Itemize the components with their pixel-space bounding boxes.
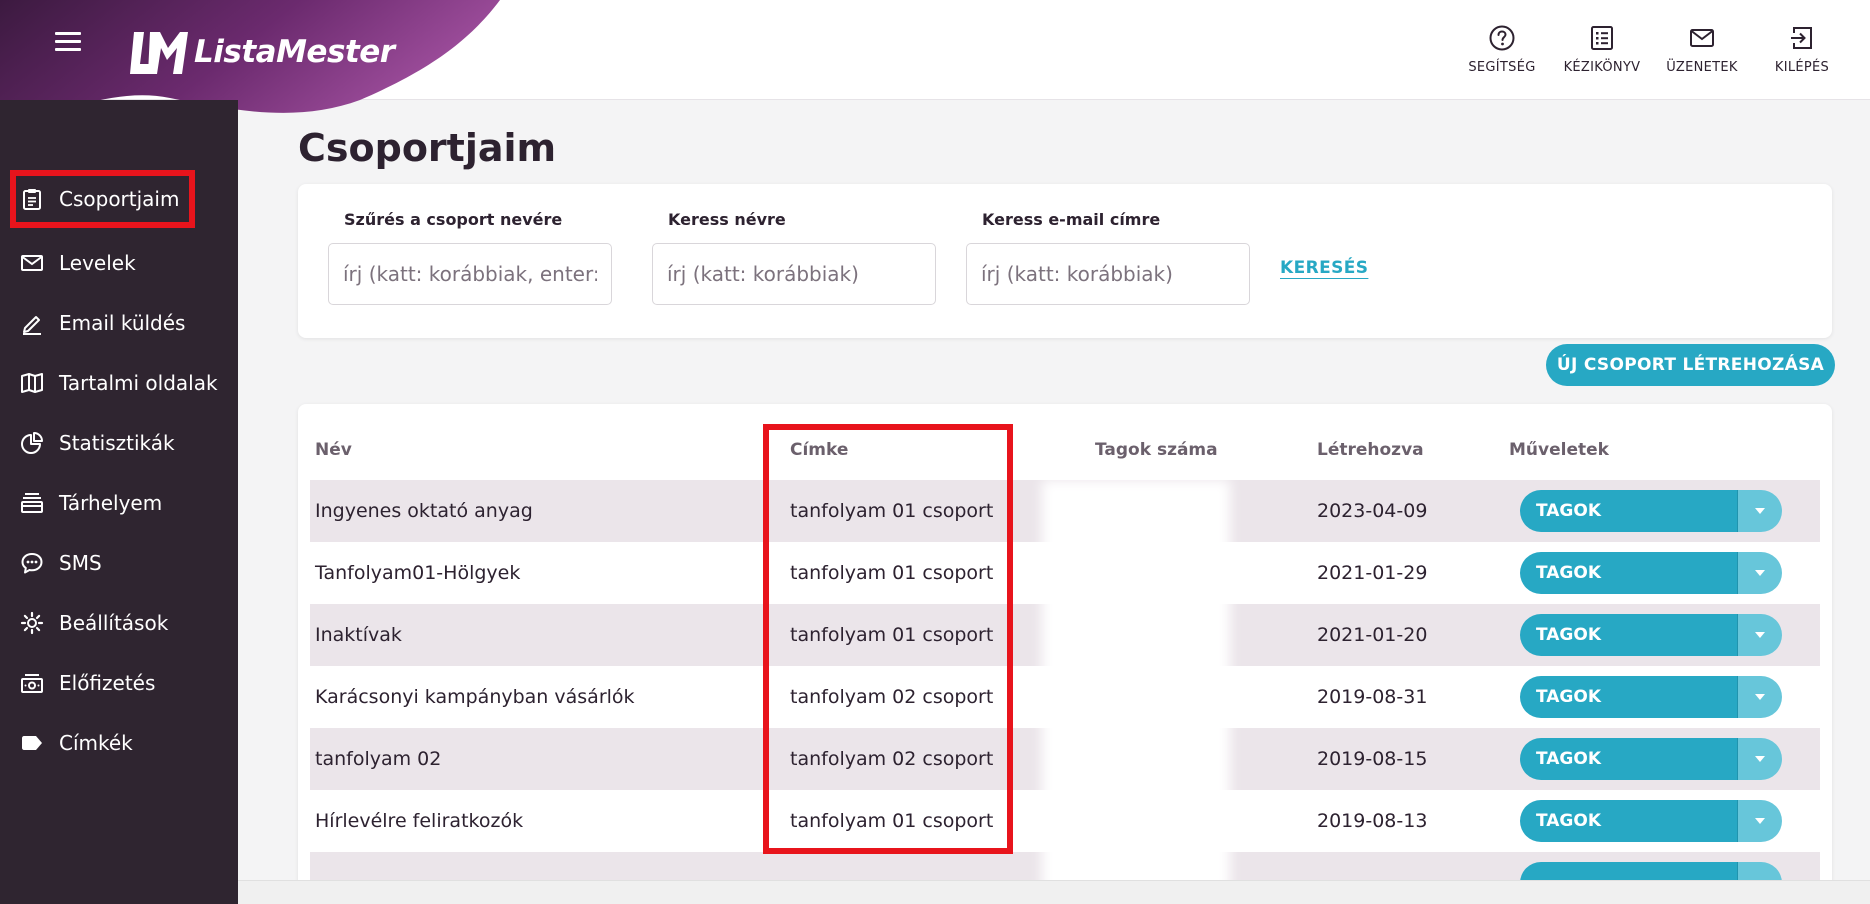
caret-down-icon [1755, 570, 1765, 576]
money-icon [21, 674, 43, 693]
email-search: Keress e-mail címre [966, 210, 1250, 305]
group-tag-cell: tanfolyam 02 csoport [790, 748, 994, 770]
top-nav-manual[interactable]: KÉZIKÖNYV [1552, 24, 1652, 75]
group-name-cell: Hírlevélre feliratkozók [315, 810, 524, 832]
members-button[interactable]: TAGOK [1520, 800, 1737, 842]
top-nav-logout[interactable]: KILÉPÉS [1752, 24, 1852, 75]
brand-name: ListaMester [194, 34, 395, 70]
group-tag-cell: tanfolyam 01 csoport [790, 562, 994, 584]
vertical-scrollbar[interactable] [1854, 100, 1870, 880]
group-name-cell: Tanfolyam01-Hölgyek [315, 562, 521, 584]
group-created-cell: 2019-08-31 [1317, 686, 1428, 708]
envelope-icon [1690, 29, 1714, 47]
group-created-cell: 2019-08-15 [1317, 748, 1428, 770]
members-dropdown-toggle[interactable] [1737, 676, 1782, 718]
sidebar-item-storage[interactable]: Tárhelyem [10, 474, 195, 532]
help-circle-icon [1489, 25, 1515, 51]
members-button[interactable]: TAGOK [1520, 738, 1737, 780]
logout-icon [1791, 27, 1812, 49]
group-created-cell: 2019-08-13 [1317, 810, 1428, 832]
group-tag-cell: tanfolyam 02 csoport [790, 686, 994, 708]
clipboard-icon [23, 189, 41, 210]
group-name-cell: Karácsonyi kampányban vásárlók [315, 686, 635, 708]
members-split-button: TAGOK [1520, 800, 1782, 842]
sidebar-item-tags[interactable]: Címkék [10, 714, 195, 772]
list-icon [1591, 26, 1613, 50]
chat-bubble-icon [21, 553, 43, 574]
members-dropdown-toggle[interactable] [1737, 800, 1782, 842]
sidebar-item-send-email[interactable]: Email küldés [10, 294, 195, 352]
members-button[interactable]: TAGOK [1520, 676, 1737, 718]
gear-icon [20, 611, 44, 635]
listamester-logo-icon [130, 32, 188, 74]
caret-down-icon [1755, 694, 1765, 700]
group-created-cell: 2021-01-29 [1317, 562, 1428, 584]
column-header-created[interactable]: Létrehozva [1317, 440, 1424, 460]
pen-icon [23, 316, 41, 335]
filter-panel: Szűrés a csoport nevére Keress névre Ker… [298, 184, 1832, 338]
sidebar-item-content-pages[interactable]: Tartalmi oldalak [10, 354, 218, 412]
group-name-filter-input[interactable] [328, 243, 612, 305]
group-tag-cell: tanfolyam 01 csoport [790, 624, 994, 646]
create-group-button[interactable]: ÚJ CSOPORT LÉTREHOZÁSA [1546, 344, 1835, 386]
envelope-icon [21, 255, 43, 271]
members-split-button: TAGOK [1520, 490, 1782, 532]
pie-chart-icon [21, 432, 43, 454]
book-icon [21, 373, 43, 393]
group-name-cell: tanfolyam 02 [315, 748, 442, 770]
sidebar-item-statistics[interactable]: Statisztikák [10, 414, 195, 472]
column-header-tag[interactable]: Címke [790, 440, 848, 460]
column-header-name[interactable]: Név [315, 440, 352, 460]
tag-icon [22, 736, 42, 750]
members-dropdown-toggle[interactable] [1737, 552, 1782, 594]
members-split-button: TAGOK [1520, 552, 1782, 594]
top-header: ListaMester SEGÍTSÉG KÉZIKÖNYV ÜZENETEK … [0, 0, 1870, 118]
caret-down-icon [1755, 756, 1765, 762]
group-name-cell: Ingyenes oktató anyag [315, 500, 533, 522]
caret-down-icon [1755, 508, 1765, 514]
members-button[interactable]: TAGOK [1520, 614, 1737, 656]
sidebar-item-settings[interactable]: Beállítások [10, 594, 195, 652]
name-search: Keress névre [652, 210, 936, 305]
search-button[interactable]: KERESÉS [1280, 258, 1368, 278]
members-split-button: TAGOK [1520, 738, 1782, 780]
column-header-actions: Műveletek [1509, 440, 1609, 460]
group-created-cell: 2021-01-20 [1317, 624, 1428, 646]
group-created-cell: 2023-04-09 [1317, 500, 1428, 522]
sidebar-item-subscription[interactable]: Előfizetés [10, 654, 195, 712]
top-nav: SEGÍTSÉG KÉZIKÖNYV ÜZENETEK KILÉPÉS [1452, 24, 1852, 75]
top-nav-messages[interactable]: ÜZENETEK [1652, 24, 1752, 75]
brand-logo[interactable]: ListaMester [130, 28, 395, 76]
sidebar-item-letters[interactable]: Levelek [10, 234, 195, 292]
members-dropdown-toggle[interactable] [1737, 738, 1782, 780]
storage-icon [21, 493, 43, 513]
members-split-button: TAGOK [1520, 676, 1782, 718]
members-button[interactable]: TAGOK [1520, 552, 1737, 594]
group-name-filter: Szűrés a csoport nevére [328, 210, 612, 305]
column-header-members[interactable]: Tagok száma [1095, 440, 1218, 460]
email-search-input[interactable] [966, 243, 1250, 305]
group-tag-cell: tanfolyam 01 csoport [790, 810, 994, 832]
caret-down-icon [1755, 632, 1765, 638]
caret-down-icon [1755, 818, 1765, 824]
members-split-button: TAGOK [1520, 614, 1782, 656]
sidebar: Csoportjaim Levelek Email küldés Tartalm… [0, 100, 238, 904]
hamburger-menu-icon[interactable] [55, 32, 81, 54]
top-nav-help[interactable]: SEGÍTSÉG [1452, 24, 1552, 75]
members-count-redacted [1042, 480, 1230, 904]
horizontal-scrollbar[interactable] [238, 880, 1870, 904]
sidebar-item-groups[interactable]: Csoportjaim [10, 170, 195, 228]
group-name-cell: Inaktívak [315, 624, 402, 646]
members-button[interactable]: TAGOK [1520, 490, 1737, 532]
sidebar-item-sms[interactable]: SMS [10, 534, 195, 592]
members-dropdown-toggle[interactable] [1737, 490, 1782, 532]
groups-table: Név Címke Tagok száma Létrehozva Művelet… [298, 404, 1832, 904]
name-search-input[interactable] [652, 243, 936, 305]
group-tag-cell: tanfolyam 01 csoport [790, 500, 994, 522]
page-title: Csoportjaim [298, 126, 557, 170]
members-dropdown-toggle[interactable] [1737, 614, 1782, 656]
